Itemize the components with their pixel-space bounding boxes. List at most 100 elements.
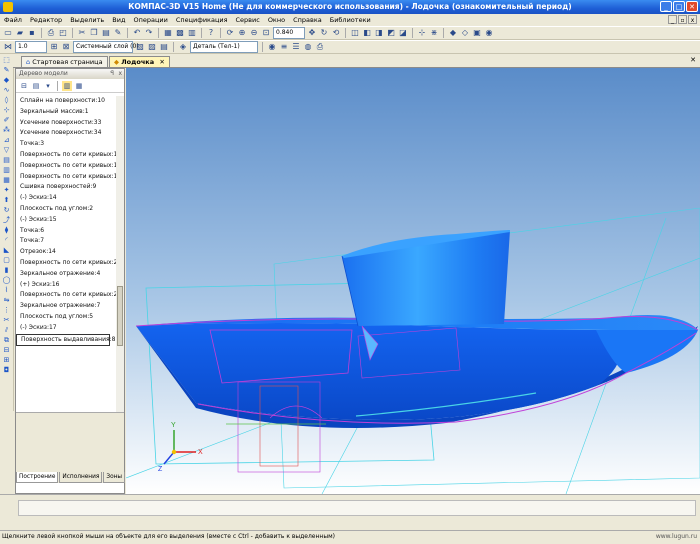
sheet-icon[interactable]: ▦ <box>1 176 12 184</box>
measure-icon[interactable]: ⊿ <box>1 136 12 144</box>
report-icon[interactable]: ▥ <box>1 166 12 174</box>
tab-close-icon[interactable]: ✕ <box>159 58 164 66</box>
snap-settings-icon[interactable]: ⊞ <box>49 42 59 52</box>
color-picker-icon[interactable]: ◈ <box>178 42 188 52</box>
help-icon[interactable]: ? <box>206 28 216 38</box>
tree-item[interactable]: Зеркальный массив:1 <box>16 107 116 118</box>
tree-item[interactable]: Поверхность по сети кривых:18 <box>16 172 116 183</box>
tree-item[interactable]: Плоскость под углом:2 <box>16 204 116 215</box>
tab-construction[interactable]: Построение <box>16 472 59 483</box>
paste-icon[interactable]: ▤ <box>101 28 111 38</box>
grid-icon[interactable]: ⊠ <box>61 42 71 52</box>
tree-item[interactable]: Точка:7 <box>16 236 116 247</box>
zoom-window-icon[interactable]: ⊡ <box>261 28 271 38</box>
edit-icon[interactable]: ✐ <box>1 116 12 124</box>
stitch-icon[interactable]: ⧉ <box>1 336 12 344</box>
rotate-icon[interactable]: ↻ <box>319 28 329 38</box>
hidden-lines-icon[interactable]: ◩ <box>386 28 396 38</box>
preview-icon[interactable]: ◰ <box>58 28 68 38</box>
view-cube-icon[interactable]: ◫ <box>350 28 360 38</box>
pan-icon[interactable]: ✥ <box>307 28 317 38</box>
undo-icon[interactable]: ↶ <box>132 28 142 38</box>
menu-select[interactable]: Выделить <box>66 16 108 24</box>
menu-service[interactable]: Сервис <box>232 16 264 24</box>
rotate-op-icon[interactable]: ↻ <box>1 206 12 214</box>
layer-combo[interactable]: Системный слой (0) <box>73 41 139 53</box>
style-icon[interactable]: ▤ <box>159 42 169 52</box>
menu-edit[interactable]: Редактор <box>26 16 66 24</box>
tree-item[interactable]: Зеркальное отражение:4 <box>16 269 116 280</box>
menu-view[interactable]: Вид <box>108 16 129 24</box>
tree-view-icon[interactable]: ⊟ <box>19 81 29 91</box>
auxiliary-icon[interactable]: ⊹ <box>1 106 12 114</box>
tree-item[interactable]: Зеркальное отражение:7 <box>16 301 116 312</box>
tree-scrollbar[interactable] <box>116 96 124 412</box>
variables-icon[interactable]: ▩ <box>175 28 185 38</box>
line-style-icon[interactable]: ≡ <box>279 42 289 52</box>
split-icon[interactable]: ⫽ <box>1 326 12 334</box>
scale-combo[interactable]: 1.0 <box>15 41 47 53</box>
tree-sort-icon[interactable]: ▥ <box>62 80 72 91</box>
maximize-button[interactable]: □ <box>673 1 685 12</box>
array-icon[interactable]: ⁂ <box>1 126 12 134</box>
sketch-icon[interactable]: ✎ <box>1 66 12 74</box>
fill-icon[interactable]: ◍ <box>303 42 313 52</box>
line-width-icon[interactable]: ☰ <box>291 42 301 52</box>
tree-item[interactable]: Поверхность выдавливания:8 <box>16 333 115 347</box>
color-icon[interactable]: ◉ <box>484 28 494 38</box>
tab-zones[interactable]: Зоны <box>103 472 125 483</box>
zoom-in-icon[interactable]: ⊕ <box>237 28 247 38</box>
filter-icon[interactable]: ▽ <box>1 146 12 154</box>
3d-viewport[interactable]: X Y Z <box>126 68 700 494</box>
fillet-icon[interactable]: ◜ <box>1 236 12 244</box>
save-icon[interactable]: ▪ <box>27 28 37 38</box>
tabs-close-all-icon[interactable]: ✕ <box>690 56 696 64</box>
manager-icon[interactable]: ▦ <box>163 28 173 38</box>
print-icon[interactable]: ⎙ <box>46 28 56 38</box>
detail-icon[interactable]: ◆ <box>448 28 458 38</box>
pattern-icon[interactable]: ⋮ <box>1 306 12 314</box>
menu-libraries[interactable]: Библиотеки <box>326 16 375 24</box>
rib-icon[interactable]: ▮ <box>1 266 12 274</box>
tree-item[interactable]: Плоскость под углом:5 <box>16 312 116 323</box>
scale-icon[interactable]: ⋈ <box>3 42 13 52</box>
tab-variants[interactable]: Исполнения <box>59 472 103 483</box>
tree-item[interactable]: Сплайн на поверхности:10 <box>16 96 116 107</box>
tab-start-page[interactable]: ⌂ Стартовая страница <box>21 56 108 67</box>
assembly-icon[interactable]: ◇ <box>460 28 470 38</box>
menu-operations[interactable]: Операции <box>129 16 171 24</box>
refresh-icon[interactable]: ⟳ <box>225 28 235 38</box>
doc-minimize-button[interactable]: _ <box>668 15 677 24</box>
select-icon[interactable]: ⬚ <box>1 56 12 64</box>
doc-close-button[interactable]: x <box>688 15 697 24</box>
tree-item[interactable]: Точка:3 <box>16 139 116 150</box>
weld-icon[interactable]: ✦ <box>1 186 12 194</box>
menu-specification[interactable]: Спецификация <box>172 16 232 24</box>
library-icon[interactable]: ▥ <box>187 28 197 38</box>
surfaces-icon[interactable]: ◊ <box>1 96 12 104</box>
tree-item[interactable]: Поверхность по сети кривых:23 <box>16 258 116 269</box>
menu-help[interactable]: Справка <box>289 16 326 24</box>
cut-op-icon[interactable]: ✂ <box>1 316 12 324</box>
format-icon[interactable]: ✎ <box>113 28 123 38</box>
copy-icon[interactable]: ❐ <box>89 28 99 38</box>
loft-icon[interactable]: ⧫ <box>1 226 12 234</box>
curves-icon[interactable]: ∿ <box>1 86 12 94</box>
tree-item[interactable]: Усечение поверхности:34 <box>16 128 116 139</box>
zoom-combo[interactable]: 0.840 <box>273 27 305 39</box>
shaded-icon[interactable]: ◧ <box>362 28 372 38</box>
scrollbar-thumb[interactable] <box>117 286 123 346</box>
orient-icon[interactable]: ⟲ <box>331 28 341 38</box>
tree-item[interactable]: Поверхность по сети кривых:16 <box>16 150 116 161</box>
layer-props-icon[interactable]: ▨ <box>147 42 157 52</box>
wireframe-icon[interactable]: ◨ <box>374 28 384 38</box>
extend-icon[interactable]: ⊞ <box>1 356 12 364</box>
trim-icon[interactable]: ⊟ <box>1 346 12 354</box>
tree-item[interactable]: (-) Эскиз:15 <box>16 215 116 226</box>
open-folder-icon[interactable]: ▰ <box>15 28 25 38</box>
new-document-icon[interactable]: ▭ <box>3 28 13 38</box>
redo-icon[interactable]: ↷ <box>144 28 154 38</box>
tree-item[interactable]: Поверхность по сети кривых:24 <box>16 290 116 301</box>
chamfer-icon[interactable]: ◣ <box>1 246 12 254</box>
panel-close-icon[interactable]: x <box>118 69 122 79</box>
